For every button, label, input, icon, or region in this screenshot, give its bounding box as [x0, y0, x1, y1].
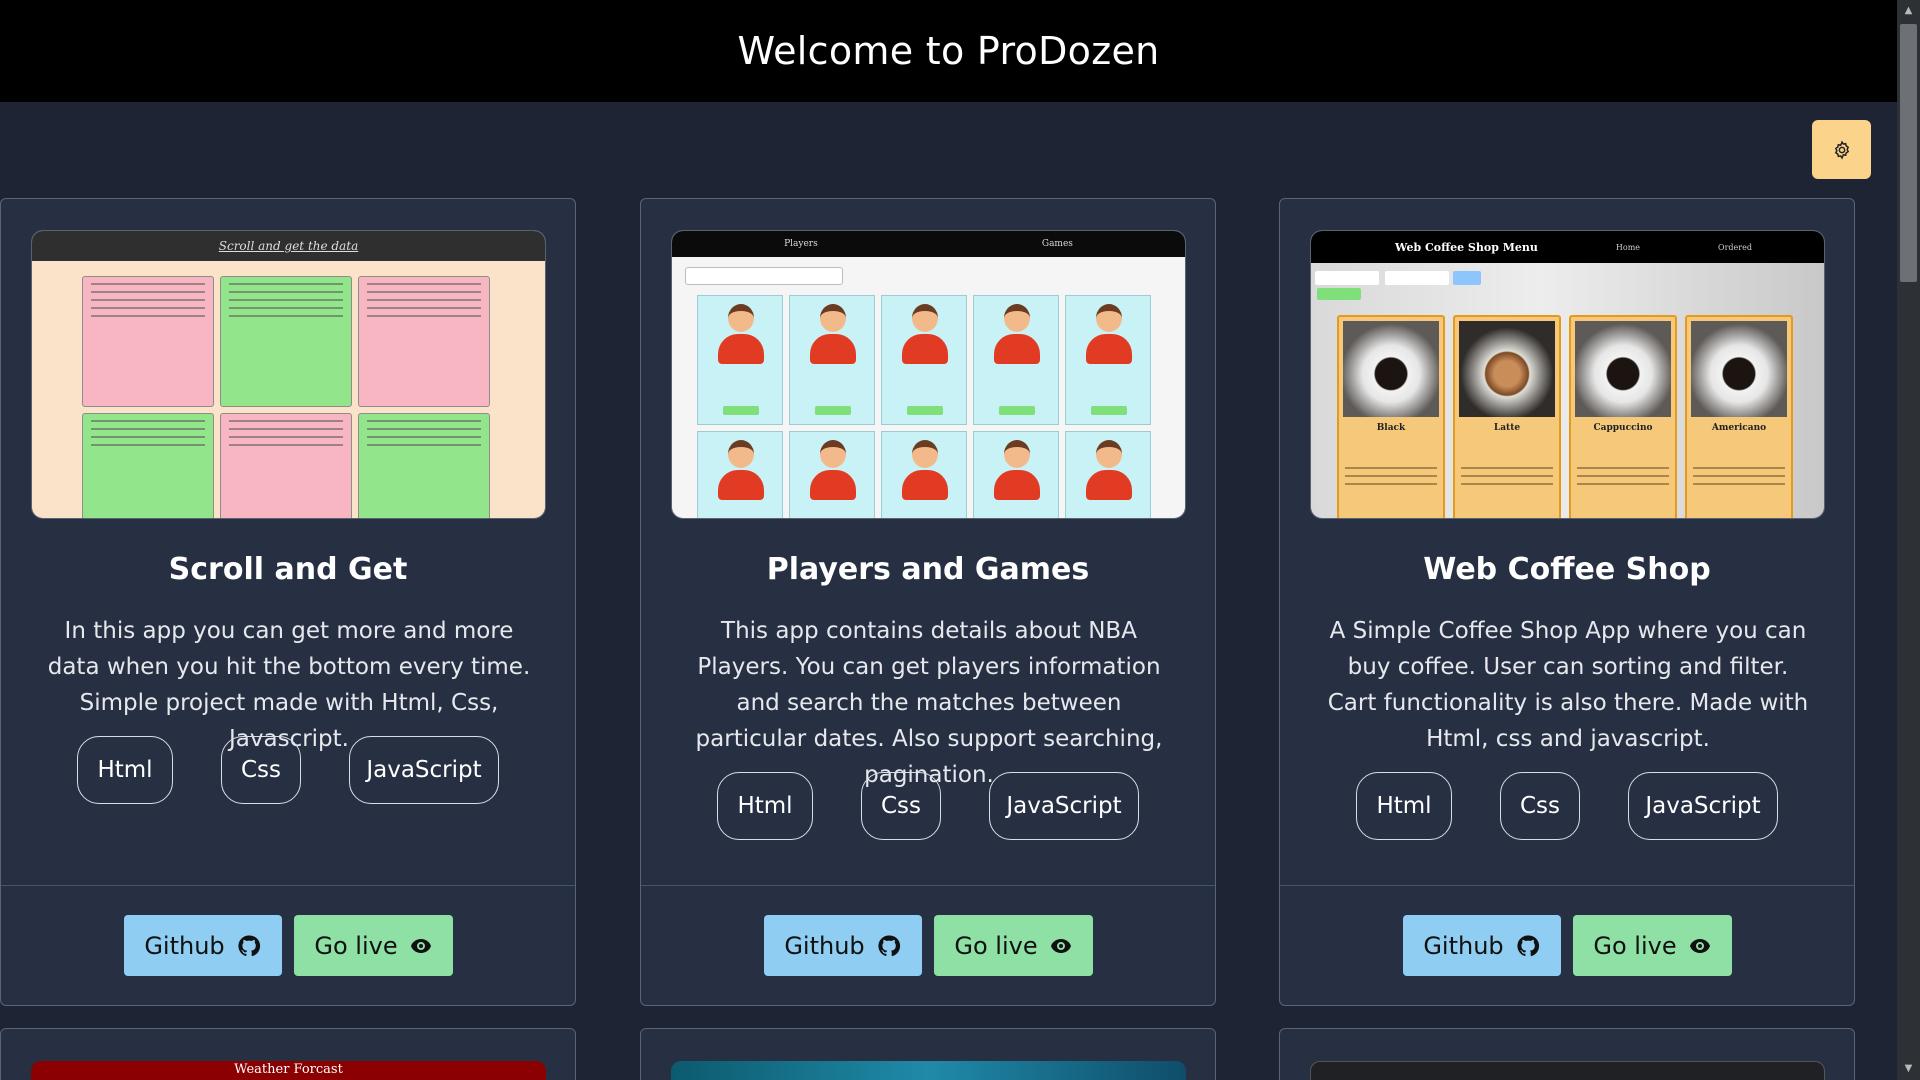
settings-button[interactable] — [1812, 120, 1871, 179]
tag-html: Html — [717, 772, 813, 840]
go-live-button[interactable]: Go live — [933, 915, 1093, 976]
go-live-button[interactable]: Go live — [293, 915, 453, 976]
go-live-label: Go live — [314, 931, 398, 960]
page-title: Welcome to ProDozen — [737, 29, 1160, 73]
project-thumbnail[interactable]: Players Games — [671, 230, 1186, 519]
project-card-next — [640, 1028, 1216, 1080]
eye-icon — [410, 938, 431, 953]
card-divider — [1280, 885, 1854, 886]
thumbnail-item-name: Black — [1376, 423, 1406, 433]
gear-icon — [1834, 140, 1849, 159]
thumbnail-nav-home: Home — [1615, 242, 1641, 252]
github-label: Github — [144, 931, 225, 960]
card-description: This app contains details about NBA Play… — [695, 618, 1163, 788]
tag-html: Html — [77, 736, 173, 804]
card-divider — [641, 885, 1215, 886]
thumbnail-tab-games: Games — [1041, 239, 1073, 249]
project-card-web-coffee-shop: Web Coffee Shop Menu Home Ordered Black … — [1279, 198, 1855, 1006]
github-button[interactable]: Github — [123, 915, 282, 976]
tech-tags: Html Css JavaScript — [641, 772, 1215, 840]
github-button[interactable]: Github — [763, 915, 922, 976]
tag-javascript: JavaScript — [349, 736, 499, 804]
scrollbar-thumb[interactable] — [1900, 24, 1917, 282]
scroll-down-arrow-icon[interactable]: ▼ — [1897, 1058, 1920, 1080]
tag-html: Html — [1356, 772, 1452, 840]
tag-css: Css — [861, 772, 941, 840]
thumbnail-header: Scroll and get the data — [32, 231, 545, 261]
project-thumbnail[interactable] — [671, 1061, 1186, 1080]
github-icon — [238, 934, 260, 956]
tag-javascript: JavaScript — [989, 772, 1139, 840]
project-card-scroll-and-get: Scroll and get the data Scroll and Get I… — [0, 198, 576, 1006]
thumbnail-tab-players: Players — [784, 239, 818, 249]
github-label: Github — [1423, 931, 1504, 960]
project-thumbnail[interactable] — [1310, 1061, 1825, 1080]
tag-css: Css — [221, 736, 301, 804]
eye-icon — [1050, 938, 1071, 953]
go-live-label: Go live — [954, 931, 1038, 960]
page-scrollbar[interactable]: ▲ ▼ — [1897, 0, 1920, 1080]
github-icon — [878, 934, 900, 956]
github-label: Github — [784, 931, 865, 960]
thumbnail-header: Web Coffee Shop Menu — [1395, 240, 1538, 254]
github-button[interactable]: Github — [1402, 915, 1561, 976]
thumbnail-nav-ordered: Ordered — [1718, 242, 1752, 252]
scroll-up-arrow-icon[interactable]: ▲ — [1897, 0, 1920, 22]
go-live-button[interactable]: Go live — [1572, 915, 1732, 976]
tag-css: Css — [1500, 772, 1580, 840]
tag-javascript: JavaScript — [1628, 772, 1778, 840]
thumbnail-item-name: Latte — [1493, 423, 1521, 433]
project-thumbnail[interactable]: Scroll and get the data — [31, 230, 546, 519]
project-card-next — [1279, 1028, 1855, 1080]
project-thumbnail[interactable]: Web Coffee Shop Menu Home Ordered Black … — [1310, 230, 1825, 519]
go-live-label: Go live — [1593, 931, 1677, 960]
card-title: Scroll and Get — [168, 552, 408, 587]
card-divider — [1, 885, 575, 886]
thumbnail-item-name: Americano — [1711, 423, 1767, 433]
card-description: A Simple Coffee Shop App where you can b… — [1327, 618, 1809, 752]
github-icon — [1517, 934, 1539, 956]
project-card-weather-forcast: Weather Forcast — [0, 1028, 576, 1080]
tech-tags: Html Css JavaScript — [1, 736, 575, 804]
thumbnail-header[interactable]: Weather Forcast — [31, 1061, 546, 1080]
card-title: Web Coffee Shop — [1423, 552, 1711, 587]
top-header: Welcome to ProDozen — [0, 0, 1897, 102]
thumbnail-item-name: Cappuccino — [1593, 423, 1653, 433]
eye-icon — [1689, 938, 1710, 953]
card-title: Players and Games — [766, 552, 1090, 587]
tech-tags: Html Css JavaScript — [1280, 772, 1854, 840]
project-card-players-and-games: Players Games Players and Games This app… — [640, 198, 1216, 1006]
